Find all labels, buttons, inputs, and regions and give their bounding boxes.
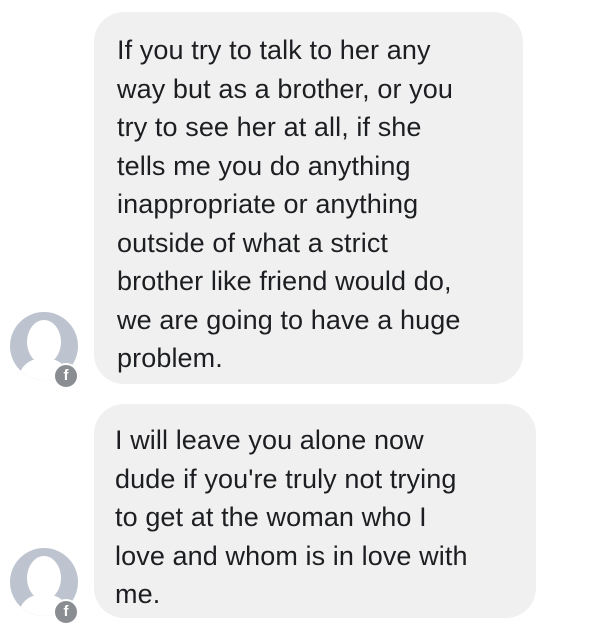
message-text-line: If you try to talk to her any — [117, 35, 431, 65]
message-text-line: inappropriate or anything — [117, 189, 419, 219]
facebook-icon: f — [53, 363, 79, 389]
message-text-line: brother like friend would do, — [117, 266, 452, 296]
message-bubble[interactable]: If you try to talk to her any way but as… — [94, 12, 523, 384]
message-thread: If you try to talk to her any way but as… — [0, 0, 600, 636]
message-text-line: me. — [115, 579, 161, 609]
message-bubble[interactable]: I will leave you alone now dude if you'r… — [94, 404, 536, 618]
message-text-line: outside of what a strict — [117, 227, 389, 258]
message-text-line: problem. — [117, 343, 223, 373]
message-text-line: love and whom is in love with — [115, 540, 468, 571]
message-text-line: try to see her at all, if she — [117, 112, 422, 142]
facebook-icon: f — [53, 599, 79, 625]
message-text-line: dude if you're truly not trying — [115, 463, 457, 494]
message-text-line: tells me you do anything — [117, 150, 411, 181]
message-text-line: way but as a brother, or you — [117, 73, 453, 104]
message-text-line: we are going to have a huge — [117, 304, 461, 335]
message-text-line: to get at the woman who I — [115, 502, 427, 532]
message-text-line: I will leave you alone now — [115, 425, 424, 455]
